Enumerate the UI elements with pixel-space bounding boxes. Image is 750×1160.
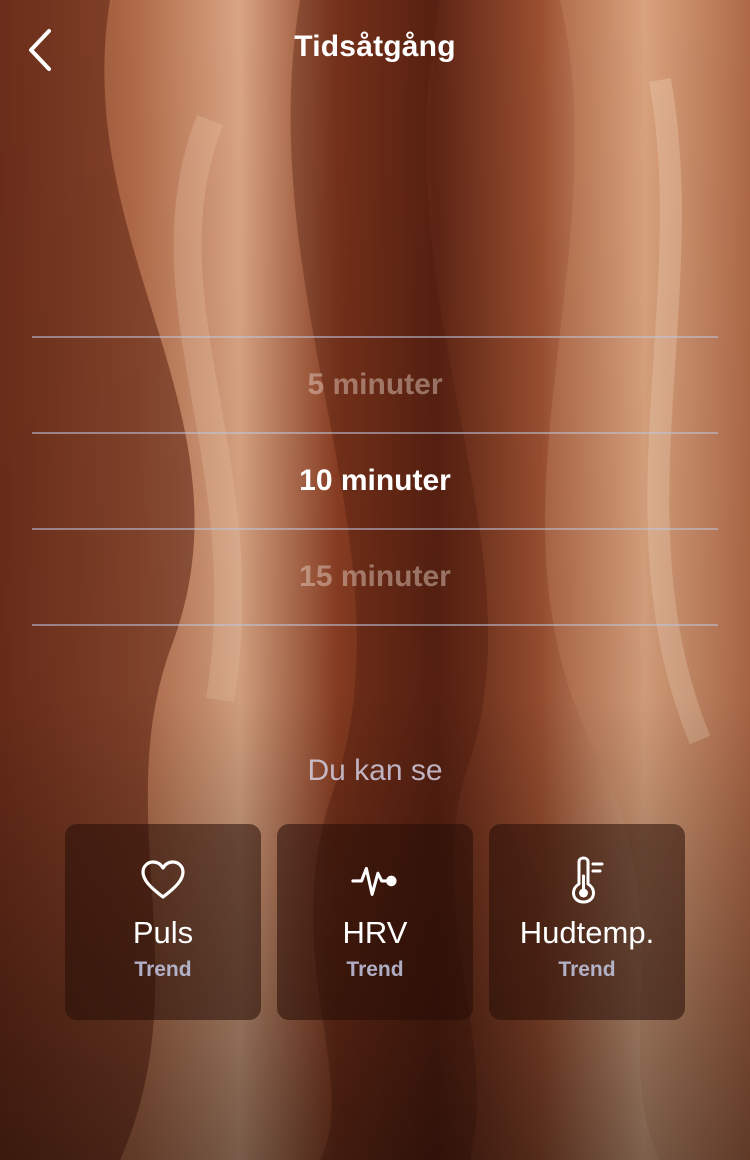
metric-card-pulse: Puls Trend <box>65 824 261 1020</box>
picker-option-10-min[interactable]: 10 minuter <box>32 434 718 528</box>
picker-option-15-min[interactable]: 15 minuter <box>32 530 718 624</box>
hrv-pulse-icon <box>351 856 399 904</box>
metric-title: HRV <box>342 915 408 950</box>
metric-subtitle: Trend <box>346 958 404 982</box>
metric-title: Puls <box>132 915 194 950</box>
metric-title: Hudtemp. <box>519 915 655 950</box>
metric-subtitle: Trend <box>558 958 616 982</box>
heart-icon <box>139 856 187 904</box>
section-label: Du kan se <box>307 754 443 787</box>
thermometer-icon <box>563 856 611 904</box>
metric-card-hrv: HRV Trend <box>277 824 473 1020</box>
metric-card-skin-temp: Hudtemp. Trend <box>489 824 685 1020</box>
picker-divider <box>32 624 718 626</box>
metric-subtitle: Trend <box>134 958 192 982</box>
metric-cards: Puls Trend HRV Trend Hudtemp. Trend <box>65 824 685 1020</box>
page-title: Tidsåtgång <box>294 30 456 63</box>
picker-option-5-min[interactable]: 5 minuter <box>32 338 718 432</box>
duration-picker[interactable]: 5 minuter 10 minuter 15 minuter <box>32 336 718 626</box>
